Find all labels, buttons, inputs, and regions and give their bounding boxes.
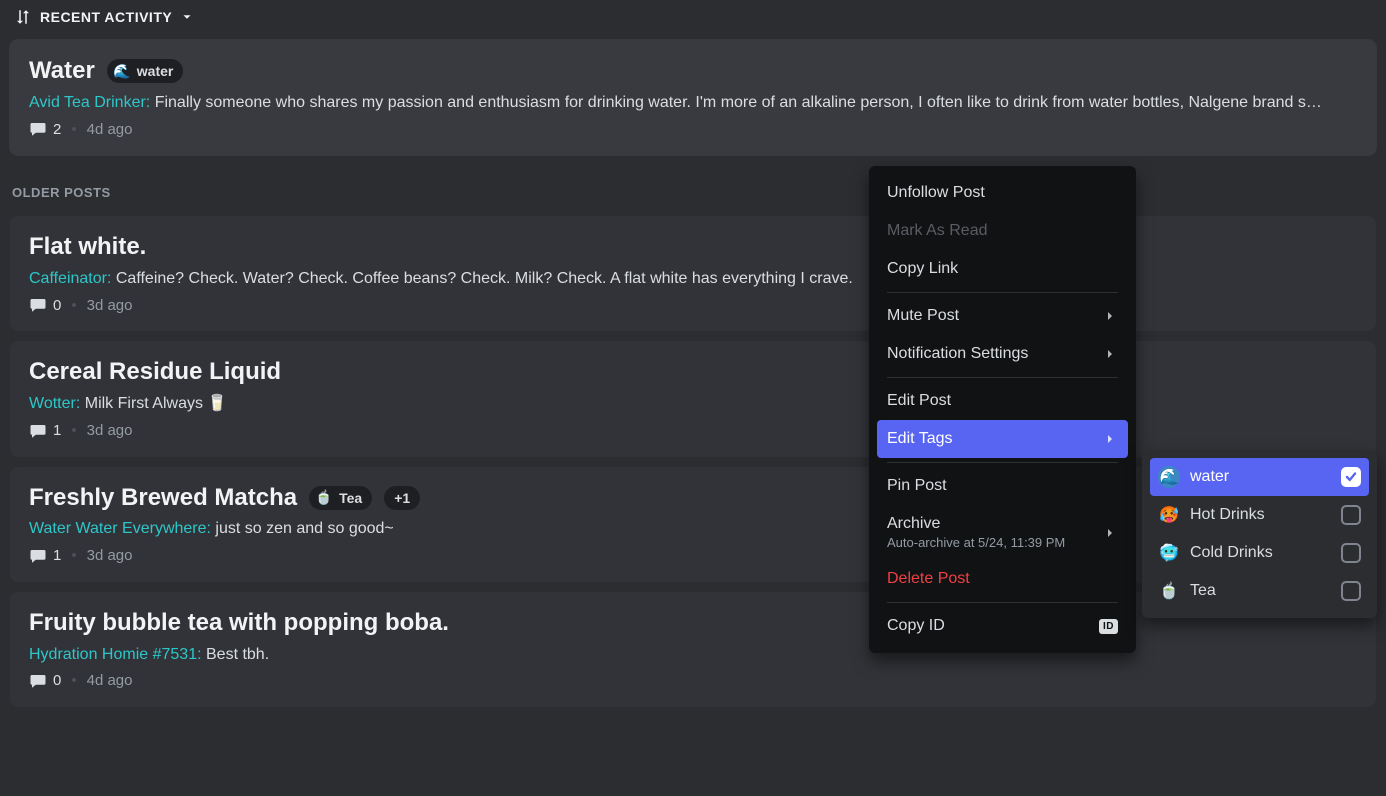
menu-separator <box>887 377 1118 378</box>
post-preview: Caffeinator: Caffeine? Check. Water? Che… <box>29 268 1349 290</box>
menu-delete-post[interactable]: Delete Post <box>877 560 1128 598</box>
chat-bubble-icon <box>29 422 47 440</box>
post-context-menu: Unfollow Post Mark As Read Copy Link Mut… <box>869 166 1136 653</box>
post-author: Hydration Homie #7531: <box>29 646 202 663</box>
chat-bubble-icon <box>29 547 47 565</box>
post-preview: Hydration Homie #7531: Best tbh. <box>29 644 1349 666</box>
post-snippet: Caffeine? Check. Water? Check. Coffee be… <box>116 270 853 287</box>
wave-icon: 🌊 <box>1158 466 1180 488</box>
tag-option-label: Hot Drinks <box>1190 506 1265 524</box>
forum-post-card[interactable]: Flat white. Caffeinator: Caffeine? Check… <box>10 216 1376 331</box>
post-preview: Avid Tea Drinker: Finally someone who sh… <box>29 92 1349 114</box>
tea-icon: 🍵 <box>1158 580 1180 602</box>
chat-bubble-icon <box>29 296 47 314</box>
comment-count: 1 <box>29 422 61 440</box>
tag-chip-tea[interactable]: 🍵 Tea <box>309 486 372 510</box>
post-title: Flat white. <box>29 233 146 262</box>
post-age: 4d ago <box>87 121 133 138</box>
post-age: 3d ago <box>87 422 133 439</box>
meta-separator: • <box>71 547 76 564</box>
menu-mute-post[interactable]: Mute Post <box>877 297 1128 335</box>
tag-option-label: water <box>1190 468 1229 486</box>
sort-dropdown[interactable]: RECENT ACTIVITY <box>10 0 1376 30</box>
comment-count: 0 <box>29 296 61 314</box>
post-snippet: Milk First Always 🥛 <box>85 395 228 412</box>
tag-chip-water[interactable]: 🌊 water <box>107 59 184 83</box>
meta-separator: • <box>71 672 76 689</box>
comment-count: 2 <box>29 120 61 138</box>
menu-pin-post[interactable]: Pin Post <box>877 467 1128 505</box>
hot-face-icon: 🥵 <box>1158 504 1180 526</box>
meta-separator: • <box>71 121 76 138</box>
chevron-right-icon <box>1102 346 1118 362</box>
edit-tags-popover: 🌊 water 🥵 Hot Drinks 🥶 Cold Drinks 🍵 Tea <box>1142 450 1377 618</box>
post-age: 3d ago <box>87 547 133 564</box>
sort-label: RECENT ACTIVITY <box>40 9 172 25</box>
comment-count: 0 <box>29 672 61 690</box>
chat-bubble-icon <box>29 120 47 138</box>
post-meta: 1 • 3d ago <box>29 422 1357 440</box>
id-badge-icon: ID <box>1099 619 1118 634</box>
menu-archive[interactable]: Archive Auto-archive at 5/24, 11:39 PM <box>877 505 1128 560</box>
menu-separator <box>887 462 1118 463</box>
comment-count: 1 <box>29 547 61 565</box>
menu-unfollow-post[interactable]: Unfollow Post <box>877 174 1128 212</box>
forum-post-card[interactable]: Water 🌊 water Avid Tea Drinker: Finally … <box>10 40 1376 155</box>
menu-separator <box>887 602 1118 603</box>
post-author: Caffeinator: <box>29 270 111 287</box>
menu-edit-post[interactable]: Edit Post <box>877 382 1128 420</box>
chevron-right-icon <box>1102 431 1118 447</box>
meta-separator: • <box>71 297 76 314</box>
post-author: Water Water Everywhere: <box>29 520 211 537</box>
wave-icon: 🌊 <box>113 62 131 80</box>
post-meta: 2 • 4d ago <box>29 120 1357 138</box>
post-meta: 0 • 3d ago <box>29 296 1357 314</box>
tag-option-label: Tea <box>1190 582 1216 600</box>
menu-notification-settings[interactable]: Notification Settings <box>877 335 1128 373</box>
chevron-right-icon <box>1102 525 1118 541</box>
tag-option-tea[interactable]: 🍵 Tea <box>1150 572 1369 610</box>
post-age: 3d ago <box>87 297 133 314</box>
post-author: Wotter: <box>29 395 80 412</box>
post-snippet: Best tbh. <box>206 646 269 663</box>
archive-subtext: Auto-archive at 5/24, 11:39 PM <box>887 535 1065 550</box>
tag-option-cold-drinks[interactable]: 🥶 Cold Drinks <box>1150 534 1369 572</box>
tag-label: water <box>137 63 174 79</box>
cold-face-icon: 🥶 <box>1158 542 1180 564</box>
post-title: Freshly Brewed Matcha <box>29 484 297 513</box>
chevron-down-icon <box>180 10 194 24</box>
tag-option-hot-drinks[interactable]: 🥵 Hot Drinks <box>1150 496 1369 534</box>
post-title: Water <box>29 57 95 86</box>
checkbox-checked-icon <box>1341 467 1361 487</box>
tea-icon: 🍵 <box>315 489 333 507</box>
section-header-older: OLDER POSTS <box>10 165 1376 206</box>
tag-option-water[interactable]: 🌊 water <box>1150 458 1369 496</box>
menu-edit-tags[interactable]: Edit Tags <box>877 420 1128 458</box>
post-preview: Wotter: Milk First Always 🥛 <box>29 393 1349 415</box>
checkbox-unchecked-icon <box>1341 505 1361 525</box>
post-author: Avid Tea Drinker: <box>29 94 150 111</box>
menu-copy-id[interactable]: Copy ID ID <box>877 607 1128 645</box>
checkbox-unchecked-icon <box>1341 543 1361 563</box>
menu-separator <box>887 292 1118 293</box>
meta-separator: • <box>71 422 76 439</box>
forum-post-card[interactable]: Cereal Residue Liquid Wotter: Milk First… <box>10 341 1376 456</box>
checkbox-unchecked-icon <box>1341 581 1361 601</box>
menu-mark-as-read[interactable]: Mark As Read <box>877 212 1128 250</box>
menu-copy-link[interactable]: Copy Link <box>877 250 1128 288</box>
post-title: Fruity bubble tea with popping boba. <box>29 609 449 638</box>
post-age: 4d ago <box>87 672 133 689</box>
post-title: Cereal Residue Liquid <box>29 358 281 387</box>
sort-icon <box>14 8 32 26</box>
tag-option-label: Cold Drinks <box>1190 544 1273 562</box>
chat-bubble-icon <box>29 672 47 690</box>
post-meta: 0 • 4d ago <box>29 672 1357 690</box>
tag-label: Tea <box>339 490 362 506</box>
post-snippet: Finally someone who shares my passion an… <box>155 94 1322 111</box>
chevron-right-icon <box>1102 308 1118 324</box>
tag-overflow-count: +1 <box>394 490 410 506</box>
post-snippet: just so zen and so good~ <box>215 520 393 537</box>
tag-chip-more[interactable]: +1 <box>384 486 420 510</box>
